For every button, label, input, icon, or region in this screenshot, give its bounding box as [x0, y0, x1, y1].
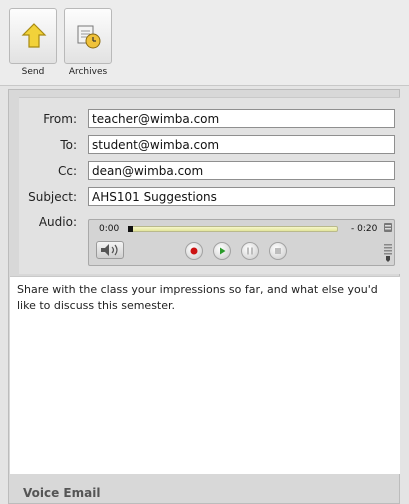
play-icon — [220, 247, 226, 255]
message-panel: From: To: Cc: Subject: Audio: 0:00 - 0:2… — [8, 89, 400, 504]
from-field[interactable] — [88, 109, 395, 128]
cc-label: Cc: — [57, 164, 77, 178]
archives-button[interactable] — [64, 8, 112, 64]
to-field[interactable] — [88, 135, 395, 154]
play-button[interactable] — [213, 242, 231, 260]
audio-progress-bar[interactable] — [128, 226, 338, 232]
archives-label: Archives — [68, 67, 108, 77]
pause-button[interactable] — [241, 242, 259, 260]
audio-player: 0:00 - 0:20 — [88, 219, 395, 266]
record-icon — [190, 247, 198, 255]
subject-label: Subject: — [28, 190, 77, 204]
cc-field[interactable] — [88, 161, 395, 180]
subject-field[interactable] — [88, 187, 395, 206]
remaining-time: - 0:20 — [351, 224, 378, 234]
record-button[interactable] — [185, 242, 203, 260]
stop-icon — [275, 248, 281, 254]
volume-button[interactable] — [96, 241, 124, 259]
pause-icon — [247, 247, 253, 255]
arrow-up-icon — [21, 23, 47, 48]
from-label: From: — [43, 112, 77, 126]
archive-clock-icon — [77, 25, 101, 49]
send-label: Send — [21, 67, 45, 77]
panel-title: Voice Email — [23, 486, 101, 500]
to-label: To: — [60, 138, 77, 152]
speaker-icon — [101, 244, 118, 256]
player-side-controls[interactable] — [383, 222, 393, 263]
send-button[interactable] — [9, 8, 57, 64]
stop-button[interactable] — [269, 242, 287, 260]
progress-knob[interactable] — [128, 226, 133, 232]
audio-label: Audio: — [38, 215, 77, 229]
message-header: From: To: Cc: Subject: Audio: 0:00 - 0:2… — [19, 97, 400, 274]
message-body[interactable]: Share with the class your impressions so… — [10, 276, 400, 474]
current-time: 0:00 — [99, 224, 120, 234]
toolbar: Send Archives — [0, 0, 409, 86]
